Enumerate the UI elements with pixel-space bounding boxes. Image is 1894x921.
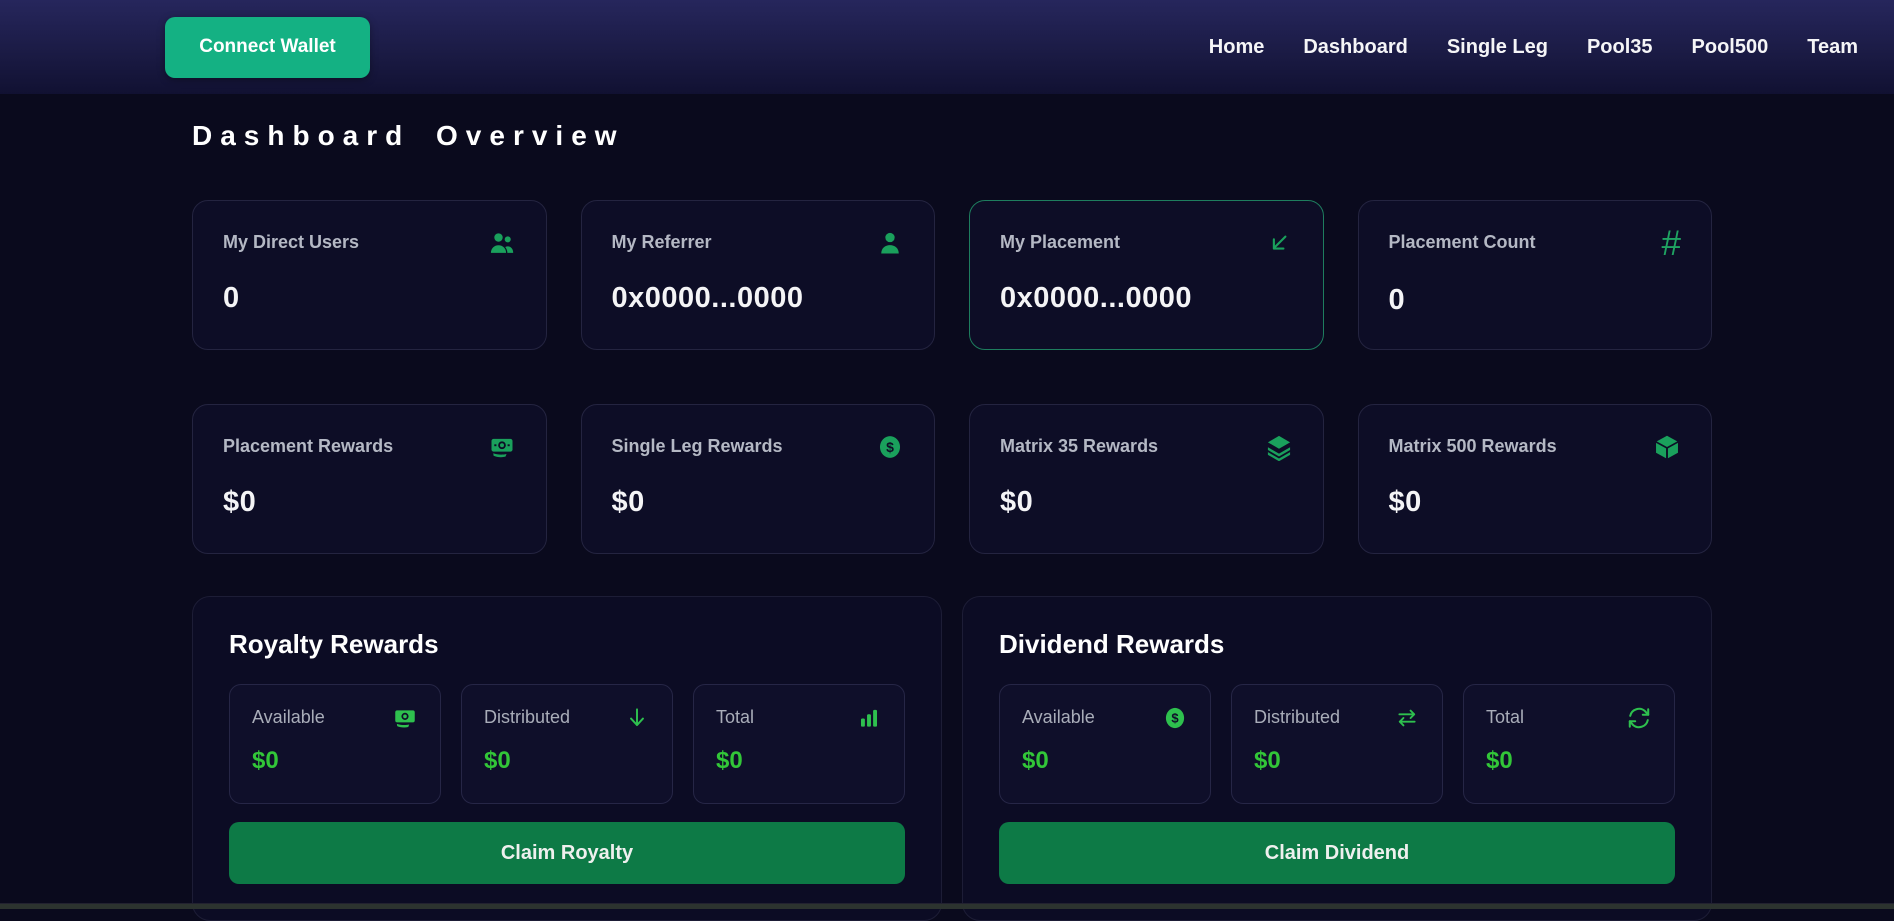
royalty-available-card: Available $0: [229, 684, 441, 804]
royalty-panel-title: Royalty Rewards: [229, 629, 905, 660]
transfer-icon: [1394, 705, 1420, 731]
page-title: Dashboard Overview: [192, 120, 1712, 152]
sub-value: $0: [1254, 747, 1420, 775]
arrow-down-left-icon: [1265, 229, 1293, 257]
card-placement-rewards: Placement Rewards $0: [192, 404, 547, 554]
users-icon: [488, 229, 516, 257]
card-value: 0x0000...0000: [612, 282, 905, 315]
card-value: $0: [1389, 486, 1682, 519]
svg-text:$: $: [886, 439, 894, 455]
card-label: Placement Count: [1389, 229, 1536, 253]
royalty-subcards: Available $0 Distributed: [229, 684, 905, 804]
sub-value: $0: [1022, 747, 1188, 775]
card-my-placement: My Placement 0x0000...0000: [969, 200, 1324, 350]
stat-card-grid: My Direct Users 0 My Referrer: [192, 200, 1712, 554]
card-label: Single Leg Rewards: [612, 433, 783, 457]
sub-value: $0: [252, 747, 418, 775]
dividend-subcards: Available $ $0 Distributed: [999, 684, 1675, 804]
card-my-direct-users: My Direct Users 0: [192, 200, 547, 350]
sub-label: Available: [1022, 705, 1095, 728]
royalty-rewards-panel: Royalty Rewards Available $0: [192, 596, 942, 921]
dividend-panel-title: Dividend Rewards: [999, 629, 1675, 660]
card-value: 0: [223, 282, 516, 315]
card-label: My Direct Users: [223, 229, 359, 253]
nav-item-dashboard[interactable]: Dashboard: [1303, 36, 1407, 59]
sub-value: $0: [1486, 747, 1652, 775]
cube-icon: [1653, 433, 1681, 461]
royalty-distributed-card: Distributed $0: [461, 684, 673, 804]
sub-label: Distributed: [484, 705, 570, 728]
nav-item-pool500[interactable]: Pool500: [1692, 36, 1769, 59]
sub-value: $0: [716, 747, 882, 775]
hash-icon: #: [1662, 229, 1681, 259]
reward-panels: Royalty Rewards Available $0: [192, 596, 1712, 921]
sub-label: Distributed: [1254, 705, 1340, 728]
dollar-circle-icon: $: [876, 433, 904, 461]
dashboard-main: Dashboard Overview My Direct Users 0 My …: [0, 120, 1894, 921]
sub-label: Total: [1486, 705, 1524, 728]
bar-chart-icon: [856, 705, 882, 731]
person-icon: [876, 229, 904, 257]
dividend-distributed-card: Distributed $0: [1231, 684, 1443, 804]
sub-label: Available: [252, 705, 325, 728]
layers-icon: [1265, 433, 1293, 461]
card-placement-count: Placement Count # 0: [1358, 200, 1713, 350]
card-label: Matrix 35 Rewards: [1000, 433, 1158, 457]
card-matrix-35-rewards: Matrix 35 Rewards $0: [969, 404, 1324, 554]
connect-wallet-button[interactable]: Connect Wallet: [165, 17, 370, 78]
claim-dividend-button[interactable]: Claim Dividend: [999, 822, 1675, 884]
card-value: 0x0000...0000: [1000, 282, 1293, 315]
refresh-icon: [1626, 705, 1652, 731]
nav-item-team[interactable]: Team: [1807, 36, 1858, 59]
nav-item-home[interactable]: Home: [1209, 36, 1265, 59]
nav-item-single-leg[interactable]: Single Leg: [1447, 36, 1548, 59]
card-value: $0: [1000, 486, 1293, 519]
nav-item-pool35[interactable]: Pool35: [1587, 36, 1653, 59]
sub-value: $0: [484, 747, 650, 775]
banknote-icon: [392, 705, 418, 731]
card-value: $0: [612, 486, 905, 519]
top-navbar: Connect Wallet Home Dashboard Single Leg…: [0, 0, 1894, 94]
dollar-circle-icon: $: [1162, 705, 1188, 731]
arrow-down-icon: [624, 705, 650, 731]
royalty-total-card: Total $0: [693, 684, 905, 804]
card-label: Placement Rewards: [223, 433, 393, 457]
card-value: $0: [223, 486, 516, 519]
card-label: Matrix 500 Rewards: [1389, 433, 1557, 457]
dividend-total-card: Total $0: [1463, 684, 1675, 804]
card-my-referrer: My Referrer 0x0000...0000: [581, 200, 936, 350]
card-single-leg-rewards: Single Leg Rewards $ $0: [581, 404, 936, 554]
svg-text:$: $: [1171, 711, 1179, 726]
card-label: My Referrer: [612, 229, 712, 253]
card-matrix-500-rewards: Matrix 500 Rewards $0: [1358, 404, 1713, 554]
card-label: My Placement: [1000, 229, 1120, 253]
main-nav: Home Dashboard Single Leg Pool35 Pool500…: [1209, 36, 1858, 59]
banknote-icon: [488, 433, 516, 461]
footer-edge-strip: [0, 903, 1894, 909]
dividend-rewards-panel: Dividend Rewards Available $ $0: [962, 596, 1712, 921]
dividend-available-card: Available $ $0: [999, 684, 1211, 804]
sub-label: Total: [716, 705, 754, 728]
card-value: 0: [1389, 284, 1682, 317]
claim-royalty-button[interactable]: Claim Royalty: [229, 822, 905, 884]
